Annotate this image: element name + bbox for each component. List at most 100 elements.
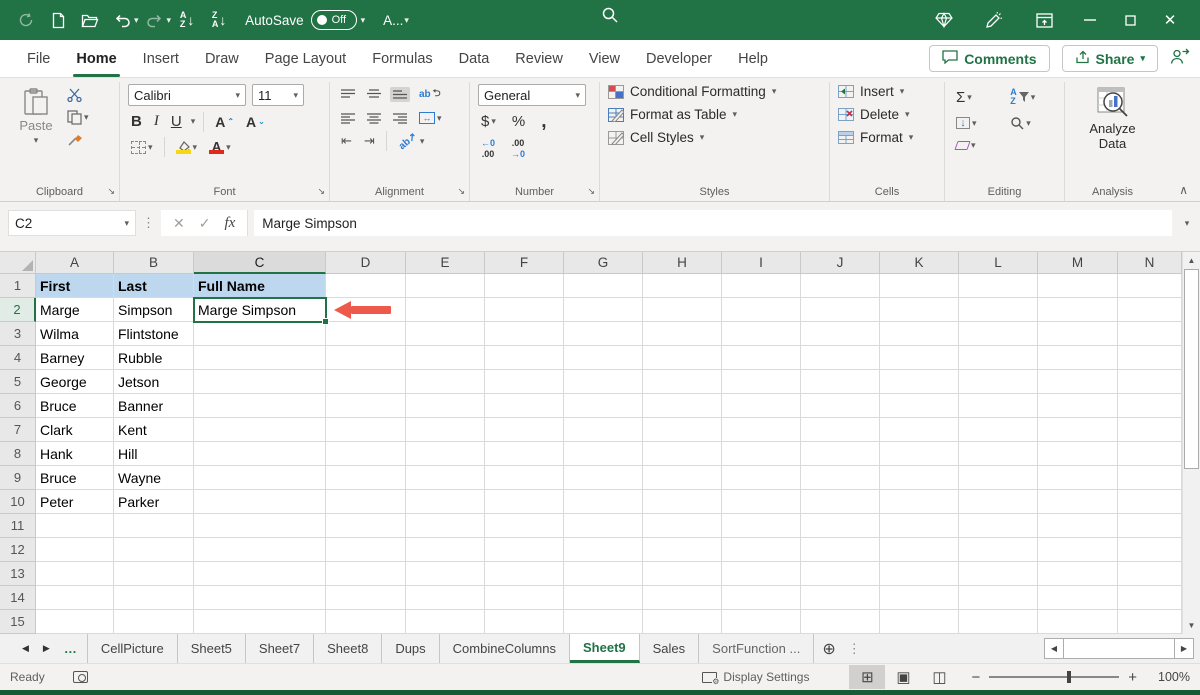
middle-align-button[interactable] [364, 87, 384, 102]
cell-G11[interactable] [564, 514, 643, 538]
cell-E13[interactable] [406, 562, 485, 586]
cell-N9[interactable] [1118, 466, 1182, 490]
increase-indent-button[interactable]: ⇥ [361, 131, 378, 151]
cell-L12[interactable] [959, 538, 1038, 562]
cell-C10[interactable] [194, 490, 326, 514]
cell-A4[interactable]: Barney [36, 346, 114, 370]
decrease-indent-button[interactable]: ⇤ [338, 131, 355, 151]
new-sheet-icon[interactable]: ⊕ [814, 634, 843, 663]
format-cells-button[interactable]: Format▾ [838, 130, 936, 145]
cell-D13[interactable] [326, 562, 406, 586]
cell-D2[interactable] [326, 298, 406, 322]
cell-H9[interactable] [643, 466, 722, 490]
cell-J13[interactable] [801, 562, 880, 586]
cell-E12[interactable] [406, 538, 485, 562]
column-header-C[interactable]: C [194, 252, 326, 274]
cell-L15[interactable] [959, 610, 1038, 634]
cell-E5[interactable] [406, 370, 485, 394]
feedback-pen-icon[interactable] [978, 5, 1010, 35]
cell-H6[interactable] [643, 394, 722, 418]
cell-K6[interactable] [880, 394, 959, 418]
cell-K1[interactable] [880, 274, 959, 298]
row-header-1[interactable]: 1 [0, 274, 36, 298]
cell-I6[interactable] [722, 394, 801, 418]
cell-L11[interactable] [959, 514, 1038, 538]
cell-A12[interactable] [36, 538, 114, 562]
cell-I14[interactable] [722, 586, 801, 610]
cell-M3[interactable] [1038, 322, 1118, 346]
underline-dropdown-icon[interactable]: ▾ [191, 116, 196, 127]
row-header-5[interactable]: 5 [0, 370, 36, 394]
cell-G12[interactable] [564, 538, 643, 562]
select-all-corner[interactable] [0, 252, 36, 274]
cell-M10[interactable] [1038, 490, 1118, 514]
cell-B8[interactable]: Hill [114, 442, 194, 466]
cell-L3[interactable] [959, 322, 1038, 346]
cell-E1[interactable] [406, 274, 485, 298]
row-header-14[interactable]: 14 [0, 586, 36, 610]
cell-D3[interactable] [326, 322, 406, 346]
ribbon-tab-file[interactable]: File [14, 40, 63, 77]
cell-M5[interactable] [1038, 370, 1118, 394]
cell-J7[interactable] [801, 418, 880, 442]
cell-M7[interactable] [1038, 418, 1118, 442]
cell-I12[interactable] [722, 538, 801, 562]
open-folder-icon[interactable] [74, 5, 106, 35]
display-settings-button[interactable]: Display Settings [702, 670, 809, 684]
scroll-up-icon[interactable]: ▲ [1183, 252, 1200, 269]
cell-M15[interactable] [1038, 610, 1118, 634]
cell-D4[interactable] [326, 346, 406, 370]
ribbon-tab-help[interactable]: Help [725, 40, 781, 77]
conditional-formatting-button[interactable]: Conditional Formatting▾ [608, 84, 821, 99]
decrease-font-button[interactable]: A⌄ [243, 112, 268, 132]
copy-button[interactable]: ▾ [64, 108, 92, 127]
horizontal-scrollbar[interactable]: ◀ ▶ [1044, 634, 1200, 663]
cell-B10[interactable]: Parker [114, 490, 194, 514]
bottom-align-button[interactable] [390, 87, 410, 102]
italic-button[interactable]: I [151, 111, 162, 132]
comma-style-button[interactable]: , [538, 115, 549, 129]
cell-E11[interactable] [406, 514, 485, 538]
wrap-text-button[interactable]: ab⮌ [416, 84, 444, 105]
cell-N13[interactable] [1118, 562, 1182, 586]
cell-C14[interactable] [194, 586, 326, 610]
cell-M4[interactable] [1038, 346, 1118, 370]
cell-N12[interactable] [1118, 538, 1182, 562]
cell-C3[interactable] [194, 322, 326, 346]
formula-input[interactable]: Marge Simpson [254, 210, 1172, 236]
collapse-ribbon-icon[interactable]: ∧ [1179, 183, 1188, 197]
sheet-list-icon[interactable]: … [64, 641, 77, 656]
cell-K12[interactable] [880, 538, 959, 562]
cell-A8[interactable]: Hank [36, 442, 114, 466]
cell-L7[interactable] [959, 418, 1038, 442]
fill-down-button[interactable]: ↓▾ [953, 114, 997, 132]
cell-N5[interactable] [1118, 370, 1182, 394]
cell-B12[interactable] [114, 538, 194, 562]
cell-G2[interactable] [564, 298, 643, 322]
cell-F1[interactable] [485, 274, 564, 298]
column-header-I[interactable]: I [722, 252, 801, 274]
cell-K10[interactable] [880, 490, 959, 514]
cell-G9[interactable] [564, 466, 643, 490]
row-header-11[interactable]: 11 [0, 514, 36, 538]
cell-E3[interactable] [406, 322, 485, 346]
column-header-N[interactable]: N [1118, 252, 1182, 274]
cell-G4[interactable] [564, 346, 643, 370]
align-right-button[interactable] [390, 111, 410, 126]
row-header-13[interactable]: 13 [0, 562, 36, 586]
sheet-tab-Dups[interactable]: Dups [382, 634, 439, 663]
sync-icon[interactable] [10, 5, 42, 35]
top-align-button[interactable] [338, 87, 358, 102]
cell-E2[interactable] [406, 298, 485, 322]
cell-A3[interactable]: Wilma [36, 322, 114, 346]
cell-I10[interactable] [722, 490, 801, 514]
cell-D6[interactable] [326, 394, 406, 418]
column-header-M[interactable]: M [1038, 252, 1118, 274]
cell-K5[interactable] [880, 370, 959, 394]
cell-styles-button[interactable]: Cell Styles▾ [608, 130, 821, 145]
cell-G8[interactable] [564, 442, 643, 466]
zoom-slider[interactable] [989, 676, 1119, 678]
cell-C11[interactable] [194, 514, 326, 538]
cell-F10[interactable] [485, 490, 564, 514]
cell-E4[interactable] [406, 346, 485, 370]
